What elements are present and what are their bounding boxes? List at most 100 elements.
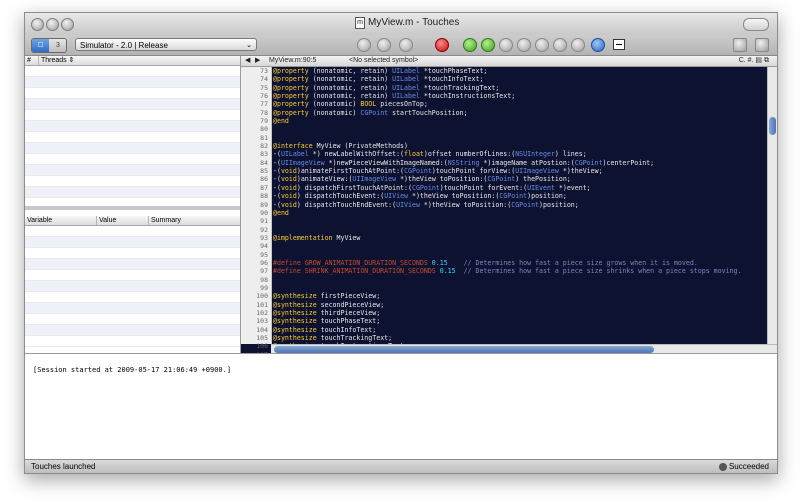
back-arrow-icon[interactable]: ◀: [245, 56, 250, 66]
line-number[interactable]: 100: [241, 292, 271, 300]
line-number[interactable]: 97: [241, 267, 271, 275]
code-editor[interactable]: ◀ ▶ MyView.m:90:5 <No selected symbol> C…: [241, 56, 777, 367]
line-number[interactable]: 102: [241, 309, 271, 317]
code-line[interactable]: [273, 284, 767, 292]
list-item[interactable]: [25, 88, 240, 99]
line-number[interactable]: 83: [241, 150, 271, 158]
table-row[interactable]: [25, 325, 240, 336]
code-line[interactable]: -(void) dispatchTouchEvent:(UIView *)the…: [273, 192, 767, 200]
line-number[interactable]: 76: [241, 92, 271, 100]
list-item[interactable]: [25, 143, 240, 154]
zoom-button[interactable]: [61, 18, 74, 31]
code-line[interactable]: @synthesize touchTrackingText;: [273, 334, 767, 342]
seg-right[interactable]: 3: [50, 39, 66, 52]
line-number[interactable]: 80: [241, 125, 271, 133]
code-line[interactable]: @synthesize firstPieceView;: [273, 292, 767, 300]
scroll-thumb[interactable]: [769, 117, 776, 135]
code-line[interactable]: @synthesize touchPhaseText;: [273, 317, 767, 325]
close-button[interactable]: [31, 18, 44, 31]
line-number[interactable]: 90: [241, 209, 271, 217]
tasks-icon[interactable]: [399, 38, 413, 52]
scroll-thumb[interactable]: [274, 346, 654, 353]
line-number[interactable]: 93: [241, 234, 271, 242]
code-line[interactable]: -(UIImageView *)newPieceViewWithImageNam…: [273, 159, 767, 167]
code-line[interactable]: -(UILabel *) newLabelWithOffset:(float)o…: [273, 150, 767, 158]
line-number[interactable]: 99: [241, 284, 271, 292]
step-out-icon[interactable]: [535, 38, 549, 52]
line-number[interactable]: 75: [241, 84, 271, 92]
line-number[interactable]: 94: [241, 242, 271, 250]
line-number[interactable]: 103: [241, 317, 271, 325]
code-line[interactable]: @property (nonatomic, retain) UILabel *t…: [273, 67, 767, 75]
minimize-button[interactable]: [46, 18, 59, 31]
pane-splitter[interactable]: [25, 206, 240, 210]
code-line[interactable]: @synthesize thirdPieceView;: [273, 309, 767, 317]
line-number[interactable]: 106: [241, 342, 271, 350]
code-line[interactable]: [273, 217, 767, 225]
table-row[interactable]: [25, 292, 240, 303]
threads-col-name[interactable]: Threads ⇕: [39, 56, 240, 65]
list-item[interactable]: [25, 187, 240, 198]
code-line[interactable]: @property (nonatomic) BOOL piecesOnTop;: [273, 100, 767, 108]
debugger-window-icon[interactable]: [591, 38, 605, 52]
code-line[interactable]: [273, 251, 767, 259]
line-number[interactable]: 89: [241, 201, 271, 209]
seg-left[interactable]: ☐: [32, 39, 49, 52]
line-number[interactable]: 91: [241, 217, 271, 225]
line-number[interactable]: 104: [241, 326, 271, 334]
symbol-popup[interactable]: <No selected symbol>: [349, 56, 418, 66]
source-code[interactable]: @property (nonatomic, retain) UILabel *t…: [273, 67, 767, 344]
code-line[interactable]: @synthesize touchInfoText;: [273, 326, 767, 334]
table-row[interactable]: [25, 237, 240, 248]
list-item[interactable]: [25, 99, 240, 110]
list-item[interactable]: [25, 132, 240, 143]
line-number[interactable]: 82: [241, 142, 271, 150]
line-number[interactable]: 85: [241, 167, 271, 175]
code-line[interactable]: @property (nonatomic) CGPoint startTouch…: [273, 109, 767, 117]
continue-icon[interactable]: [463, 38, 477, 52]
code-line[interactable]: @end: [273, 117, 767, 125]
line-number[interactable]: 92: [241, 226, 271, 234]
line-number[interactable]: 74: [241, 75, 271, 83]
variables-col-summary[interactable]: Summary: [149, 216, 240, 225]
line-number[interactable]: 96: [241, 259, 271, 267]
variables-col-value[interactable]: Value: [97, 216, 149, 225]
step-over-icon[interactable]: [499, 38, 513, 52]
fullscreen-icon[interactable]: [755, 38, 769, 52]
line-number[interactable]: 86: [241, 175, 271, 183]
line-number[interactable]: 73: [241, 67, 271, 75]
table-row[interactable]: [25, 270, 240, 281]
step-instruction-icon[interactable]: [553, 38, 567, 52]
list-item[interactable]: [25, 121, 240, 132]
line-number[interactable]: 105: [241, 334, 271, 342]
line-number[interactable]: 101: [241, 301, 271, 309]
code-line[interactable]: [273, 242, 767, 250]
threads-list[interactable]: [25, 66, 240, 198]
code-line[interactable]: @end: [273, 209, 767, 217]
variables-col-variable[interactable]: Variable: [25, 216, 97, 225]
table-row[interactable]: [25, 281, 240, 292]
toolbar-toggle-button[interactable]: [743, 18, 769, 31]
breakpoints-icon[interactable]: [435, 38, 449, 52]
code-line[interactable]: #define GROW_ANIMATION_DURATION_SECONDS …: [273, 259, 767, 267]
code-line[interactable]: -(void) dispatchTouchEndEvent:(UIView *)…: [273, 201, 767, 209]
table-row[interactable]: [25, 314, 240, 325]
code-line[interactable]: -(void)animateFirstTouchAtPoint:(CGPoint…: [273, 167, 767, 175]
code-line[interactable]: [273, 125, 767, 133]
list-item[interactable]: [25, 165, 240, 176]
line-number[interactable]: 78: [241, 109, 271, 117]
variables-list[interactable]: [25, 226, 240, 347]
code-line[interactable]: [273, 276, 767, 284]
active-scheme-popup[interactable]: Simulator - 2.0 | Release ⌄: [75, 38, 257, 51]
code-line[interactable]: @interface MyView (PrivateMethods): [273, 142, 767, 150]
line-number[interactable]: 81: [241, 134, 271, 142]
line-number[interactable]: 88: [241, 192, 271, 200]
table-row[interactable]: [25, 259, 240, 270]
code-line[interactable]: @synthesize secondPieceView;: [273, 301, 767, 309]
forward-arrow-icon[interactable]: ▶: [255, 56, 260, 66]
threads-col-number[interactable]: #: [25, 56, 39, 65]
debugger-icon[interactable]: [571, 38, 585, 52]
list-item[interactable]: [25, 77, 240, 88]
list-item[interactable]: [25, 110, 240, 121]
navbar-right-icons[interactable]: C. #. ▤ ⧉: [739, 56, 769, 66]
